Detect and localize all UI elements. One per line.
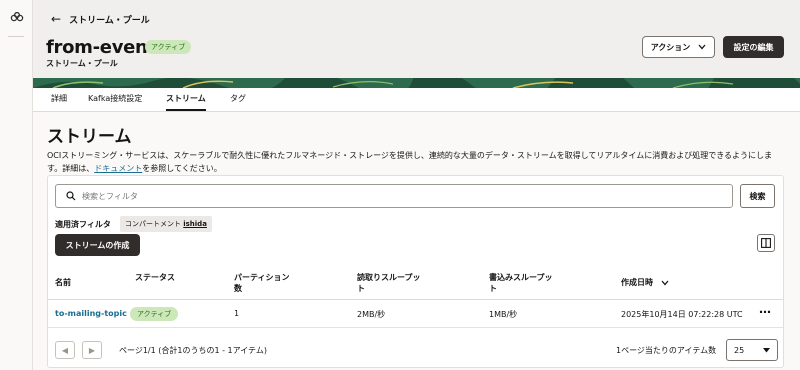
items-per-page-value: 25	[734, 345, 745, 355]
table-row-divider	[48, 327, 783, 328]
row-actions-icon[interactable]: ⋯	[759, 305, 772, 319]
row-partitions: 1	[234, 309, 240, 318]
next-page-button[interactable]: ▶	[82, 341, 102, 359]
column-header-read-throughput[interactable]: 読取りスループット	[357, 272, 427, 294]
streams-panel: 検索 適用済フィルタ コンパートメント ishida ストリームの作成 名前 ス…	[47, 175, 784, 368]
column-toggle-button[interactable]	[757, 234, 775, 252]
caret-down-icon	[763, 347, 770, 352]
pagination-status: ページ1/1 (合計1のうちの1 - 1アイテム)	[119, 346, 267, 355]
search-button[interactable]: 検索	[740, 184, 775, 208]
status-badge: アクティブ	[145, 40, 192, 54]
tab-details[interactable]: 詳細	[51, 93, 67, 109]
actions-menu-button[interactable]: アクション	[642, 36, 715, 58]
page-header: ← ストリーム・プール from-event アクティブ ストリーム・プール ア…	[33, 0, 800, 88]
actions-label: アクション	[650, 42, 691, 52]
left-nav	[0, 0, 33, 370]
column-header-partitions[interactable]: パーティション数	[234, 272, 296, 294]
items-per-page-select[interactable]: 25	[726, 339, 778, 361]
chevron-down-icon	[698, 44, 706, 50]
section-title: ストリーム	[47, 127, 132, 147]
tab-kafka-settings[interactable]: Kafka接続設定	[88, 93, 142, 109]
filter-chip-prefix: コンパートメント	[125, 220, 181, 228]
table-header-divider	[48, 299, 783, 300]
nav-divider	[8, 36, 24, 37]
page-subtitle: ストリーム・プール	[46, 59, 118, 68]
description-text-end: を参照してください。	[142, 164, 222, 173]
items-per-page-label: 1ページ当たりのアイテム数	[616, 346, 717, 355]
back-link[interactable]: ← ストリーム・プール	[51, 12, 150, 26]
tab-tags[interactable]: タグ	[230, 93, 246, 109]
search-icon	[66, 191, 76, 201]
column-header-write-throughput[interactable]: 書込みスループット	[489, 272, 559, 294]
section-description: OCIストリーミング・サービスは、スケーラブルで耐久性に優れたフルマネージド・ス…	[47, 149, 787, 175]
row-status-badge: アクティブ	[130, 307, 179, 321]
columns-icon	[761, 238, 771, 248]
row-write-throughput: 1MB/秒	[489, 310, 518, 319]
column-header-status[interactable]: ステータス	[135, 272, 175, 283]
decorative-banner	[33, 78, 800, 88]
sort-descending-icon	[661, 280, 669, 285]
tab-streams[interactable]: ストリーム	[166, 93, 206, 111]
filter-chip-compartment[interactable]: コンパートメント ishida	[120, 216, 212, 232]
row-read-throughput: 2MB/秒	[357, 310, 386, 319]
tab-bar: 詳細 Kafka接続設定 ストリーム タグ	[33, 88, 800, 112]
column-header-created[interactable]: 作成日時	[621, 277, 669, 288]
page-title: from-event	[46, 37, 156, 58]
chevron-left-icon: ◀	[61, 345, 69, 355]
documentation-link[interactable]: ドキュメント	[94, 164, 142, 173]
chevron-right-icon: ▶	[88, 345, 96, 355]
column-header-name[interactable]: 名前	[55, 277, 71, 288]
column-header-created-label: 作成日時	[621, 278, 653, 287]
row-created-at: 2025年10月14日 07:22:28 UTC	[621, 310, 743, 319]
search-box[interactable]	[55, 184, 733, 208]
arrow-left-icon: ←	[51, 12, 62, 26]
back-link-label: ストリーム・プール	[69, 15, 150, 26]
search-input[interactable]	[82, 191, 682, 201]
edit-settings-button[interactable]: 設定の編集	[723, 36, 784, 58]
create-stream-button[interactable]: ストリームの作成	[55, 234, 140, 256]
filter-chip-value: ishida	[183, 220, 207, 228]
applied-filters-label: 適用済フィルタ	[55, 220, 111, 229]
oci-logo-icon[interactable]	[10, 12, 24, 22]
previous-page-button[interactable]: ◀	[55, 341, 75, 359]
stream-name-link[interactable]: to-mailing-topic	[55, 309, 127, 318]
